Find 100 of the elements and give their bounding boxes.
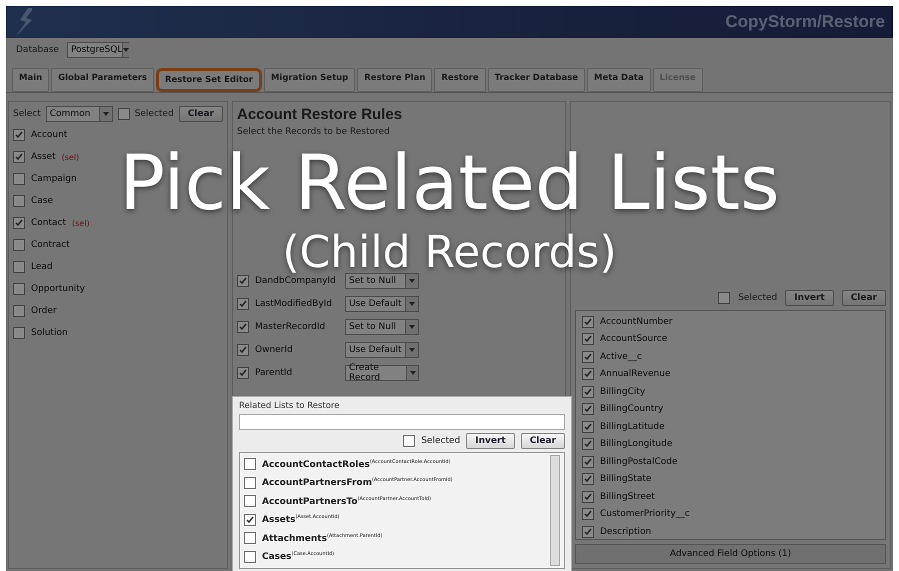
invert-button[interactable]: Invert xyxy=(785,290,834,306)
selected-label: Selected xyxy=(421,436,460,446)
tab[interactable]: Restore Plan xyxy=(357,68,432,92)
object-name: Case xyxy=(31,196,54,206)
reference-name: OwnerId xyxy=(255,344,294,354)
checkbox[interactable] xyxy=(582,490,594,503)
field-name: BillingCountry xyxy=(600,404,664,414)
object-name: Lead xyxy=(31,262,53,272)
object-name: Asset xyxy=(31,152,56,162)
field-name: BillingCity xyxy=(600,386,646,397)
checkbox[interactable] xyxy=(582,473,594,486)
caret-icon xyxy=(409,278,415,282)
field-name: AccountSource xyxy=(600,334,668,344)
checkbox[interactable] xyxy=(237,344,249,356)
checkbox[interactable] xyxy=(582,508,594,520)
select-dropdown[interactable]: Common xyxy=(46,106,113,122)
rules-subtitle: Select the Records to be Restored xyxy=(237,127,391,137)
caret-icon xyxy=(410,370,416,374)
checkbox[interactable] xyxy=(13,261,25,273)
checkbox[interactable] xyxy=(244,458,256,470)
clear-button[interactable]: Clear xyxy=(842,290,886,306)
action-dropdown[interactable]: Set to Null xyxy=(345,318,419,334)
checkbox[interactable] xyxy=(13,283,25,295)
checkbox[interactable] xyxy=(403,435,416,447)
rules-title: Account Restore Rules xyxy=(237,106,404,123)
field-name: CustomerPriority__c xyxy=(600,509,690,520)
checkbox[interactable] xyxy=(237,274,249,286)
checkbox[interactable] xyxy=(244,532,256,544)
checkbox[interactable] xyxy=(582,368,594,380)
tab[interactable]: Meta Data xyxy=(587,68,651,92)
selected-label: Selected xyxy=(134,109,174,119)
checkbox[interactable] xyxy=(237,298,249,310)
database-dropdown[interactable]: PostgreSQL xyxy=(66,42,129,58)
checkbox[interactable] xyxy=(582,438,594,450)
checkbox[interactable] xyxy=(13,195,25,207)
tab[interactable]: Restore Set Editor xyxy=(156,68,262,92)
checkbox[interactable] xyxy=(13,173,25,185)
related-list-name: Cases$^{(Case.AccountId)}$ xyxy=(262,551,334,562)
checkbox[interactable] xyxy=(13,305,25,317)
tab[interactable]: Tracker Database xyxy=(488,68,586,92)
checkbox[interactable] xyxy=(13,217,25,229)
related-list-name: Attachments$^{(Attachment.ParentId)}$ xyxy=(262,532,382,544)
checkbox[interactable] xyxy=(582,386,594,398)
field-name: AccountNumber xyxy=(600,316,672,327)
tab[interactable]: Migration Setup xyxy=(264,68,356,92)
checkbox[interactable] xyxy=(244,495,256,508)
checkbox[interactable] xyxy=(582,403,594,416)
clear-button[interactable]: Clear xyxy=(520,433,565,449)
filter-field[interactable] xyxy=(239,414,565,430)
scrollbar[interactable] xyxy=(550,455,560,566)
object-name: Campaign xyxy=(31,174,77,184)
action-dropdown[interactable]: Create Record xyxy=(345,364,419,380)
checkbox[interactable] xyxy=(13,151,25,163)
object-name: Opportunity xyxy=(31,284,86,294)
field-name: BillingLongitude xyxy=(600,439,672,450)
action-dropdown[interactable]: Use Default xyxy=(345,342,419,358)
database-label: Database xyxy=(16,45,59,55)
caret-icon xyxy=(102,112,109,116)
field-name: BillingStreet xyxy=(600,492,655,502)
caret-icon xyxy=(123,48,130,52)
checkbox[interactable] xyxy=(237,366,249,378)
related-list-name: AccountPartnersTo$^{(AccountPartner.AccountToId)}$ xyxy=(262,496,432,507)
related-list-name: AccountPartnersFrom$^{(AccountPartner.AccountFromId)}$ xyxy=(262,477,453,488)
object-name: Contact xyxy=(31,218,66,228)
tab[interactable]: Global Parameters xyxy=(51,68,154,92)
field-name: BillingPostalCode xyxy=(600,456,678,467)
object-tag: (sel) xyxy=(62,152,80,162)
field-name: Active__c xyxy=(600,352,642,362)
checkbox[interactable] xyxy=(237,320,249,332)
object-name: Order xyxy=(31,306,57,316)
object-name: Account xyxy=(31,130,68,140)
checkbox[interactable] xyxy=(244,476,256,489)
tab[interactable]: Main xyxy=(12,68,50,92)
clear-button[interactable]: Clear xyxy=(178,106,223,122)
checkbox[interactable] xyxy=(13,129,25,141)
action-dropdown[interactable]: Set to Null xyxy=(345,272,419,288)
checkbox[interactable] xyxy=(582,526,594,538)
checkbox[interactable] xyxy=(582,350,594,363)
caret-icon xyxy=(409,302,415,306)
invert-button[interactable]: Invert xyxy=(466,433,515,449)
field-name: BillingState xyxy=(600,474,652,484)
checkbox[interactable] xyxy=(244,550,256,563)
caret-icon xyxy=(409,348,415,352)
checkbox[interactable] xyxy=(13,327,25,339)
reference-name: ParentId xyxy=(255,368,294,378)
checkbox[interactable] xyxy=(582,420,594,433)
checkbox[interactable] xyxy=(582,456,594,468)
action-dropdown[interactable]: Use Default xyxy=(345,296,419,312)
object-name: Contract xyxy=(31,240,70,250)
tab[interactable]: Restore xyxy=(434,68,486,92)
select-label: Select xyxy=(13,109,41,119)
checkbox[interactable] xyxy=(118,108,130,120)
checkbox[interactable] xyxy=(13,239,25,251)
reference-name: DandbCompanyId xyxy=(255,276,337,286)
checkbox[interactable] xyxy=(582,316,594,328)
checkbox[interactable] xyxy=(582,333,594,346)
advanced-options-button[interactable]: Advanced Field Options (1) xyxy=(575,544,886,564)
app-title: CopyStorm/Restore xyxy=(725,12,885,32)
checkbox[interactable] xyxy=(244,514,256,526)
checkbox[interactable] xyxy=(718,292,730,304)
